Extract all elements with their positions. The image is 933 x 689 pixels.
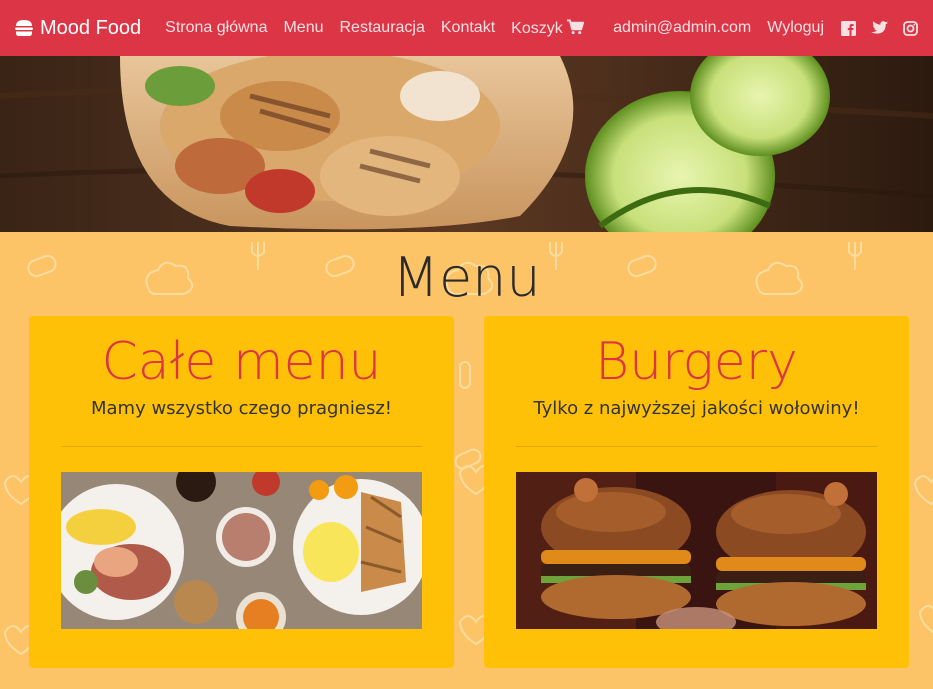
nav-contact[interactable]: Kontakt xyxy=(441,19,495,37)
burgers-photo[interactable] xyxy=(516,472,877,629)
card-subtitle: Tylko z najwyższej jakości wołowiny! xyxy=(533,398,860,419)
navbar: Mood Food Strona główna Menu Restauracja… xyxy=(0,0,933,56)
card-title: Burgery xyxy=(595,332,798,392)
menu-card-burgers[interactable]: Burgery Tylko z najwyższej jakości wołow… xyxy=(484,316,909,668)
logout-link[interactable]: Wyloguj xyxy=(767,19,824,37)
card-title: Całe menu xyxy=(101,332,382,392)
brand-name: Mood Food xyxy=(40,16,142,39)
nav-menu[interactable]: Menu xyxy=(283,19,323,37)
user-email[interactable]: admin@admin.com xyxy=(613,19,751,37)
card-divider xyxy=(61,446,422,447)
card-subtitle: Mamy wszystko czego pragniesz! xyxy=(90,398,392,419)
facebook-icon[interactable] xyxy=(840,20,857,37)
nav-restaurant[interactable]: Restauracja xyxy=(340,19,425,37)
brand-link[interactable]: Mood Food xyxy=(14,17,141,40)
burger-icon xyxy=(15,20,33,36)
nav-cart[interactable]: Koszyk xyxy=(511,18,584,38)
breakfast-table-photo[interactable] xyxy=(61,472,422,629)
page-title: Menu xyxy=(392,246,541,309)
instagram-icon[interactable] xyxy=(902,20,919,37)
cart-icon xyxy=(566,18,584,34)
menu-card-all[interactable]: Całe menu Mamy wszystko czego pragniesz! xyxy=(29,316,454,668)
card-divider xyxy=(516,446,877,447)
twitter-icon[interactable] xyxy=(871,20,888,37)
cart-label: Koszyk xyxy=(511,19,563,37)
hero-image xyxy=(0,56,933,232)
nav-home[interactable]: Strona główna xyxy=(165,19,267,37)
